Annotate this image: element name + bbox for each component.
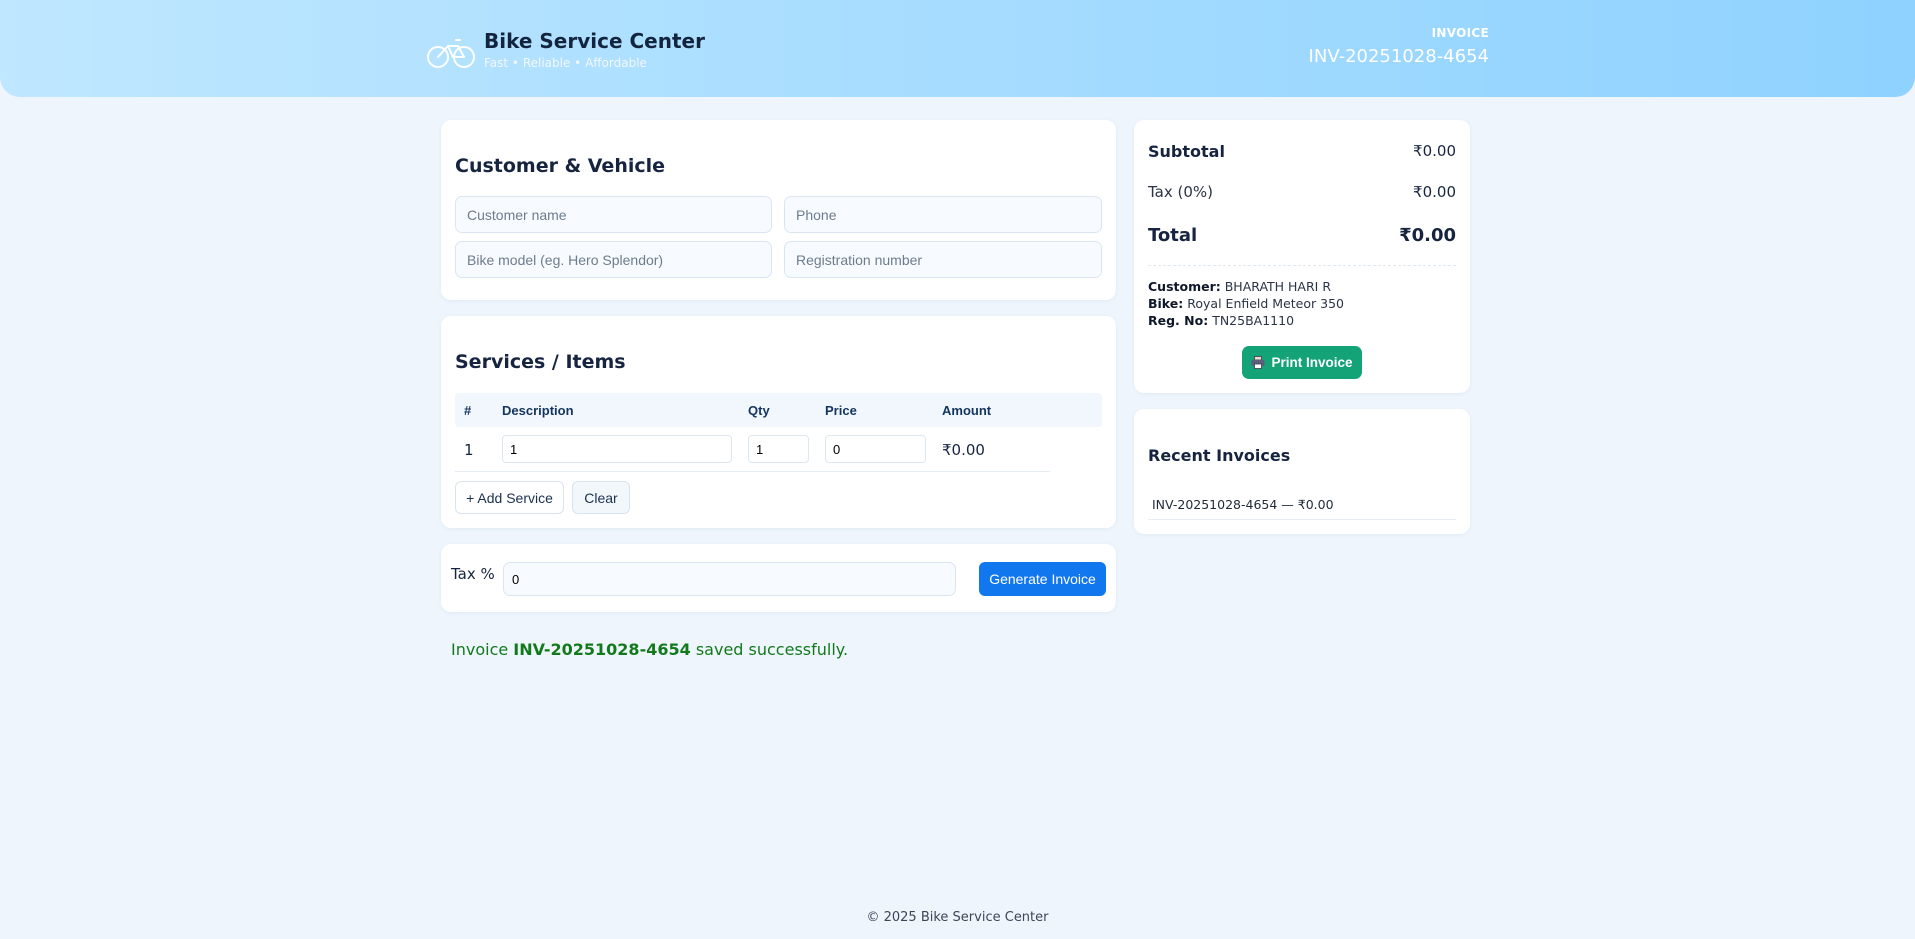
brand-title: Bike Service Center	[484, 29, 705, 53]
footer: © 2025 Bike Service Center	[866, 910, 1049, 925]
recent-invoices-title: Recent Invoices	[1148, 446, 1291, 465]
customer-info-label: Customer:	[1148, 279, 1221, 294]
invoice-number: INV-20251028-4654	[1308, 46, 1489, 67]
bike-info-value: Royal Enfield Meteor 350	[1187, 296, 1344, 311]
status-invoice-number: INV-20251028-4654	[513, 640, 691, 659]
tax-summary-value: ₹0.00	[1413, 183, 1456, 201]
app-header: Bike Service Center Fast • Reliable • Af…	[0, 0, 1915, 97]
invoice-label: INVOICE	[1431, 26, 1489, 40]
services-title: Services / Items	[455, 351, 626, 373]
recent-invoice-item[interactable]: INV-20251028-4654 — ₹0.00	[1152, 497, 1334, 512]
bike-info: Bike: Royal Enfield Meteor 350	[1148, 296, 1344, 311]
column-header: Price	[825, 403, 857, 418]
subtotal-label: Subtotal	[1148, 142, 1225, 161]
bike-model-input[interactable]	[455, 241, 772, 278]
total-label: Total	[1148, 225, 1198, 246]
reg-info-label: Reg. No:	[1148, 313, 1209, 328]
brand-text: Bike Service Center Fast • Reliable • Af…	[484, 28, 705, 71]
status-suffix: saved successfully.	[695, 640, 849, 659]
qty-input[interactable]	[748, 435, 809, 463]
description-input[interactable]	[502, 435, 732, 463]
services-table-header: # Description Qty Price Amount	[455, 393, 1102, 427]
phone-input[interactable]	[784, 196, 1102, 233]
print-invoice-button[interactable]: Print Invoice	[1242, 346, 1362, 379]
tax-row: Tax (0%) ₹0.00	[1148, 183, 1456, 201]
summary-divider	[1148, 265, 1456, 266]
row-divider	[455, 471, 1050, 472]
reg-info: Reg. No: TN25BA1110	[1148, 313, 1294, 328]
print-invoice-label: Print Invoice	[1271, 355, 1353, 370]
invoice-header: INVOICE INV-20251028-4654	[1309, 26, 1489, 67]
tax-summary-label: Tax (0%)	[1148, 183, 1214, 201]
add-service-button[interactable]: + Add Service	[455, 481, 564, 514]
brand: Bike Service Center Fast • Reliable • Af…	[426, 28, 705, 71]
bike-logo-icon	[427, 38, 475, 68]
column-header: Description	[502, 403, 574, 418]
subtotal-row: Subtotal ₹0.00	[1148, 142, 1456, 161]
clear-button[interactable]: Clear	[572, 481, 630, 514]
row-amount: ₹0.00	[942, 441, 985, 459]
reg-info-value: TN25BA1110	[1212, 313, 1295, 328]
registration-input[interactable]	[784, 241, 1102, 278]
column-header: Amount	[942, 403, 992, 418]
total-row: Total ₹0.00	[1148, 225, 1456, 246]
price-input[interactable]	[825, 435, 926, 463]
customer-vehicle-title: Customer & Vehicle	[455, 155, 666, 177]
status-prefix: Invoice	[451, 640, 509, 659]
recent-divider	[1148, 519, 1456, 520]
column-header: Qty	[748, 403, 770, 418]
brand-tagline: Fast • Reliable • Affordable	[484, 56, 647, 70]
row-index: 1	[464, 441, 474, 459]
customer-name-input[interactable]	[455, 196, 772, 233]
status-message: Invoice INV-20251028-4654 saved successf…	[451, 640, 848, 659]
printer-icon	[1251, 356, 1265, 369]
column-header: #	[464, 403, 472, 418]
tax-label: Tax %	[451, 565, 495, 583]
tax-percent-input[interactable]	[503, 562, 956, 596]
bike-info-label: Bike:	[1148, 296, 1184, 311]
recent-invoices-card	[1134, 409, 1470, 534]
customer-info: Customer: BHARATH HARI R	[1148, 279, 1331, 294]
customer-info-value: BHARATH HARI R	[1224, 279, 1332, 294]
generate-invoice-button[interactable]: Generate Invoice	[979, 562, 1106, 596]
subtotal-value: ₹0.00	[1413, 142, 1456, 160]
total-value: ₹0.00	[1399, 225, 1456, 246]
